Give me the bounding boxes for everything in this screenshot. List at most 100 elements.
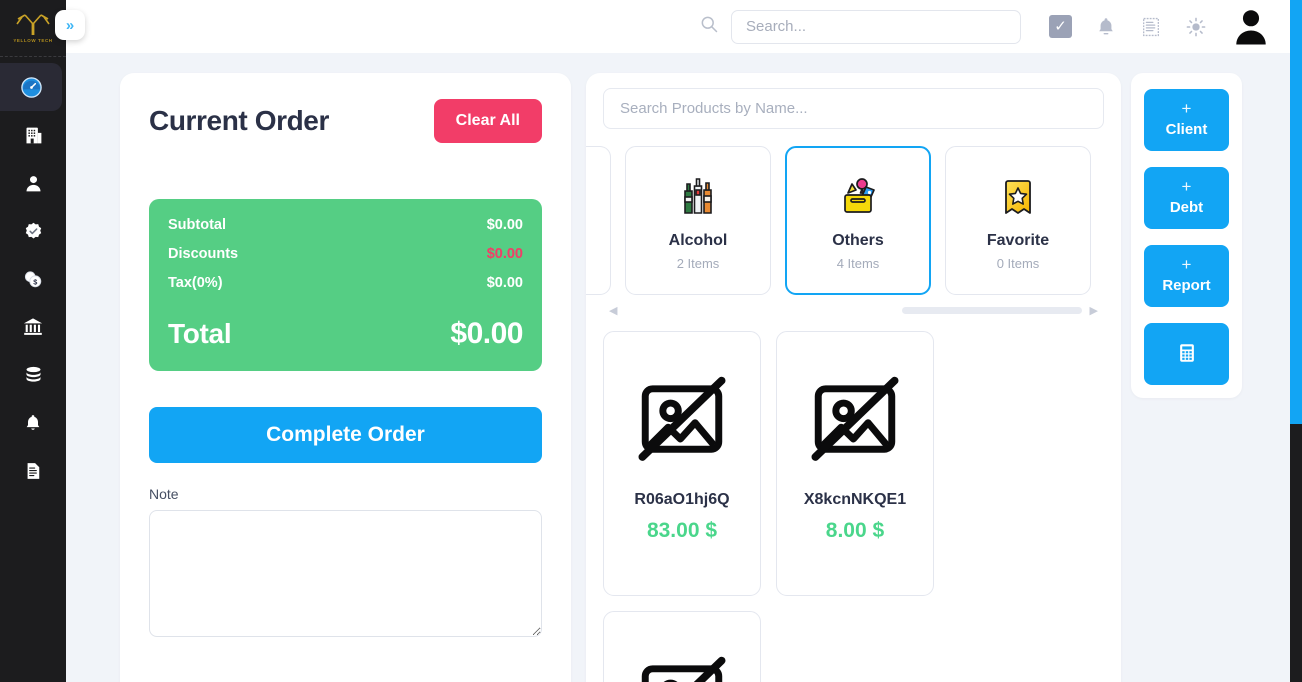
summary-label: Tax(0%) [168,275,223,291]
plus-icon: + [1181,177,1192,196]
add-client-label: Client [1165,121,1208,138]
bell-icon [23,413,43,433]
note-input[interactable] [149,510,542,637]
broken-image-icon [806,370,904,473]
sun-icon [1186,17,1206,36]
scroll-right-icon[interactable]: ▶ [1090,304,1098,317]
sidebar-item-payments[interactable]: $ [0,255,66,303]
theme-toggle-button[interactable] [1185,16,1207,38]
sidebar-item-approvals[interactable] [0,207,66,255]
order-summary-card: Subtotal $0.00 Discounts $0.00 Tax(0%) $… [149,199,542,371]
category-name: Others [832,232,884,249]
product-search-input[interactable] [603,88,1104,129]
coins-icon: $ [22,268,44,290]
scroll-track[interactable] [625,306,1082,314]
sidebar-item-inventory[interactable] [0,351,66,399]
summary-value: $0.00 [486,217,523,233]
category-name: Alcohol [668,232,728,249]
summary-row: Discounts $0.00 [168,246,523,262]
add-report-label: Report [1162,277,1211,294]
search-input[interactable] [731,9,1021,44]
add-debt-button[interactable]: + Debt [1144,167,1229,229]
yellow-tech-logo-icon [16,14,50,35]
topbar: ✓ [66,0,1302,53]
add-debt-label: Debt [1169,199,1204,216]
sidebar-item-company[interactable] [0,111,66,159]
summary-value: $0.00 [486,246,523,262]
party-box-icon [834,170,882,224]
receipts-button[interactable] [1140,16,1162,38]
sidebar-nav: $ [0,57,66,495]
category-count: 4 Items [836,256,880,271]
total-label: Total [168,318,232,349]
products-panel: Alcohol 2 Items [586,73,1121,682]
product-name: X8kcnNKQE1 [803,491,907,508]
broken-image-icon [633,650,731,682]
category-card-favorite[interactable]: Favorite 0 Items [945,146,1091,295]
bell-icon [1099,17,1113,34]
sidebar-item-dashboard[interactable] [0,63,62,111]
page-scrollbar[interactable] [1290,0,1302,682]
sidebar-item-bank[interactable] [0,303,66,351]
sidebar-item-clients[interactable] [0,159,66,207]
svg-text:$: $ [33,278,37,287]
quick-actions-panel: + Client + Debt + Report [1131,73,1242,398]
plus-icon: + [1181,255,1192,274]
product-card[interactable]: BTIlr0wMwo 13.00 $ [603,611,761,682]
calculator-button[interactable] [1144,323,1229,385]
topbar-actions: ✓ [1049,6,1272,48]
product-card[interactable]: R06aO1hj6Q 83.00 $ [603,331,761,596]
database-icon [23,365,44,386]
add-report-button[interactable]: + Report [1144,245,1229,307]
clear-all-button[interactable]: Clear All [433,99,542,143]
category-card-others[interactable]: Others 4 Items [785,146,931,295]
summary-label: Subtotal [168,217,226,233]
sidebar-toggle-button[interactable]: » [55,10,85,40]
product-card[interactable]: X8kcnNKQE1 8.00 $ [776,331,934,596]
current-order-panel: Current Order Clear All Subtotal $0.00 D… [120,73,571,682]
receipt-icon [1143,17,1159,36]
sidebar: YELLOW TECH $ [0,0,66,682]
product-name: R06aO1hj6Q [634,491,730,508]
plus-icon: + [1181,99,1192,118]
order-header: Current Order Clear All [149,99,542,143]
order-total-row: Total $0.00 [168,317,523,351]
category-scrollbar[interactable]: ◀ ▶ [603,303,1104,317]
person-icon [23,173,44,194]
add-client-button[interactable]: + Client [1144,89,1229,151]
check-badge-icon [23,221,44,242]
page-scrollbar-thumb[interactable] [1290,0,1302,424]
pos-app: YELLOW TECH $ » Search... ✓ Current Orde… [0,0,1302,682]
scroll-left-icon[interactable]: ◀ [609,304,617,317]
bookmark-star-icon [994,170,1042,224]
bottles-icon [674,170,722,224]
avatar[interactable] [1230,6,1272,48]
category-count: 0 Items [996,256,1040,271]
building-icon [23,125,44,146]
summary-value: $0.00 [486,275,523,291]
checkbox-checked-icon: ✓ [1049,15,1072,38]
calculator-icon [1176,342,1198,367]
category-count: 2 Items [676,256,720,271]
summary-label: Discounts [168,246,239,262]
product-grid: R06aO1hj6Q 83.00 $ X8kcnNKQE1 8.00 $ [603,331,1104,682]
summary-row: Subtotal $0.00 [168,217,523,233]
scroll-thumb[interactable] [901,306,1082,314]
document-icon [23,461,43,481]
category-card-partial[interactable] [586,146,611,295]
category-card-alcohol[interactable]: Alcohol 2 Items [625,146,771,295]
note-label: Note [149,486,179,502]
global-search-group [699,9,1021,44]
sidebar-item-notifications[interactable] [0,399,66,447]
avatar-icon [1236,9,1266,44]
total-value: $0.00 [450,317,523,350]
complete-order-button[interactable]: Complete Order [149,407,542,463]
notifications-button[interactable] [1095,16,1117,38]
page-title: Current Order [149,105,329,136]
product-price: 8.00 $ [825,519,885,542]
search-icon[interactable] [699,14,719,39]
sidebar-item-reports[interactable] [0,447,66,495]
broken-image-icon [633,370,731,473]
tasks-checkbox-button[interactable]: ✓ [1049,15,1072,38]
category-list: Alcohol 2 Items Others 4 Items Favorite … [586,146,1104,295]
